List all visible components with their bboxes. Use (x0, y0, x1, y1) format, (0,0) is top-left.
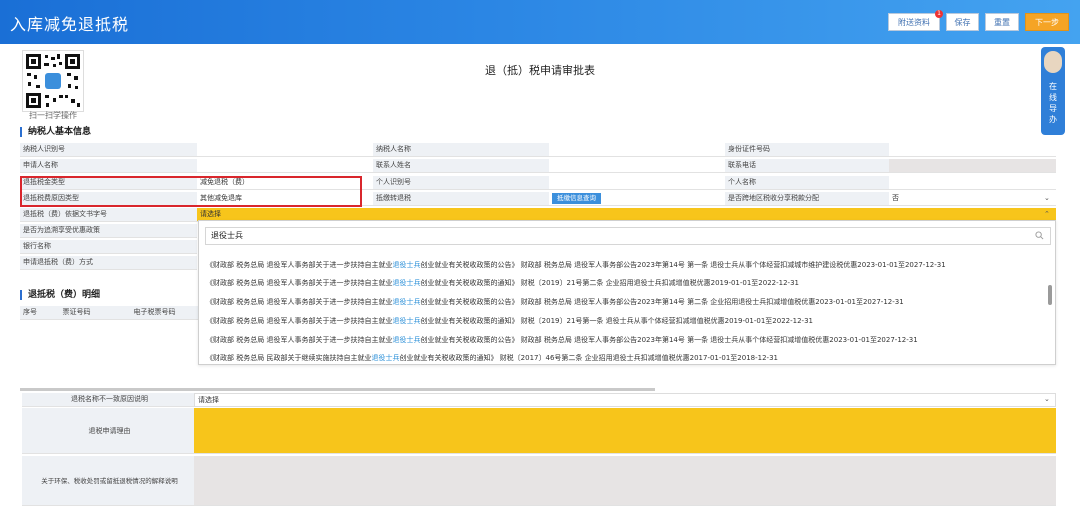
policy-search-value: 退役士兵 (211, 231, 243, 240)
refund-reason-label: 退税申请理由 (22, 408, 194, 454)
id-number-field[interactable] (889, 143, 1056, 157)
contact-phone-field[interactable] (889, 159, 1056, 173)
basis-doc-label: 退抵税（费）依据文书字号 (20, 208, 197, 222)
taxpayer-name-field[interactable] (549, 143, 725, 157)
mismatch-reason-label: 退税名称不一致原因说明 (22, 393, 194, 407)
assistant-avatar-icon (1044, 51, 1062, 73)
retro-policy-label: 是否为追溯享受优惠政策 (20, 224, 197, 238)
col-e-ticket-no: 电子税票号码 (108, 306, 198, 320)
taxpayer-name-label: 纳税人名称 (373, 143, 549, 157)
reset-button[interactable]: 重置 (985, 13, 1019, 31)
region-distribution-select[interactable]: 否 (889, 192, 1056, 206)
section-basic-info-title: 纳税人基本信息 (20, 127, 91, 137)
attach-button[interactable]: 附送资料 (888, 13, 940, 31)
policy-search-input[interactable]: 退役士兵 (205, 227, 1051, 245)
id-number-label: 身份证件号码 (725, 143, 889, 157)
applicant-name-field[interactable] (197, 159, 373, 173)
applicant-name-label: 申请人名称 (20, 159, 197, 173)
explanation-textarea[interactable] (194, 456, 1056, 506)
next-button[interactable]: 下一步 (1025, 13, 1069, 31)
policy-option[interactable]: 《财政部 税务总局 退役军人事务部关于进一步扶持自主就业退役士兵创业就业有关税收… (206, 278, 799, 288)
taxpayer-id-label: 纳税人识别号 (20, 143, 197, 157)
table-horizontal-scrollbar[interactable] (20, 388, 655, 391)
contact-name-field[interactable] (549, 159, 725, 173)
attach-badge: 1 (935, 10, 943, 18)
policy-dropdown-panel: 退役士兵 《财政部 税务总局 退役军人事务部关于进一步扶持自主就业退役士兵创业就… (198, 220, 1056, 365)
section-detail-title: 退抵税（费）明细 (20, 290, 100, 300)
mismatch-reason-select[interactable]: 请选择 (194, 393, 1056, 407)
dropdown-scrollbar[interactable] (1048, 285, 1052, 305)
qr-code (22, 50, 84, 112)
chevron-down-icon[interactable]: ⌄ (1044, 194, 1050, 202)
contact-name-label: 联系人姓名 (373, 159, 549, 173)
policy-option[interactable]: 《财政部 税务总局 退役军人事务部关于进一步扶持自主就业退役士兵创业就业有关税收… (206, 316, 813, 326)
offset-refund-label: 抵缴转退税 (373, 192, 549, 206)
offset-query-cell: 抵缴信息查询 (549, 192, 725, 206)
policy-option[interactable]: 《财政部 税务总局 退役军人事务部关于进一步扶持自主就业退役士兵创业就业有关税收… (206, 297, 904, 307)
explanation-label: 关于环保、税收处罚或留抵退税情况的解释说明 (22, 456, 194, 506)
qr-caption: 扫一扫学操作 (29, 111, 77, 120)
app-title: 入库减免退抵税 (10, 15, 130, 34)
contact-phone-label: 联系电话 (725, 159, 889, 173)
personal-id-label: 个人识别号 (373, 176, 549, 190)
qr-code-graphic (26, 54, 80, 108)
bank-name-label: 银行名称 (20, 240, 197, 254)
online-guide-label: 在线导办 (1049, 82, 1057, 124)
region-distribution-label: 是否跨地区税收分享税款分配 (725, 192, 889, 206)
taxpayer-id-field[interactable] (197, 143, 373, 157)
personal-name-field[interactable] (889, 176, 1056, 190)
refund-reason-textarea[interactable] (194, 408, 1056, 454)
policy-option[interactable]: 《财政部 税务总局 退役军人事务部关于进一步扶持自主就业退役士兵创业就业有关税收… (206, 335, 918, 345)
policy-option[interactable]: 《财政部 税务总局 民政部关于继续实施扶持自主就业退役士兵创业就业有关税收政策的… (206, 353, 778, 363)
top-bar: 入库减免退抵税 附送资料 1 保存 重置 下一步 (0, 0, 1080, 44)
col-seq: 序号 (20, 306, 42, 320)
offset-query-button[interactable]: 抵缴信息查询 (552, 193, 601, 204)
col-ticket-no: 票证号码 (42, 306, 108, 320)
form-title: 退（抵）税申请审批表 (485, 64, 595, 77)
refund-method-label: 申请退抵税（费）方式 (20, 256, 197, 270)
policy-option[interactable]: 《财政部 税务总局 退役军人事务部关于进一步扶持自主就业退役士兵创业就业有关税收… (206, 260, 946, 270)
highlight-box (20, 176, 362, 207)
search-icon (1035, 231, 1044, 240)
personal-name-label: 个人名称 (725, 176, 889, 190)
online-guide-button[interactable]: 在线导办 (1041, 47, 1065, 135)
save-button[interactable]: 保存 (946, 13, 979, 31)
personal-id-field[interactable] (549, 176, 725, 190)
chevron-down-icon[interactable]: ⌄ (1044, 395, 1050, 403)
chevron-up-icon[interactable]: ⌃ (1044, 210, 1050, 218)
